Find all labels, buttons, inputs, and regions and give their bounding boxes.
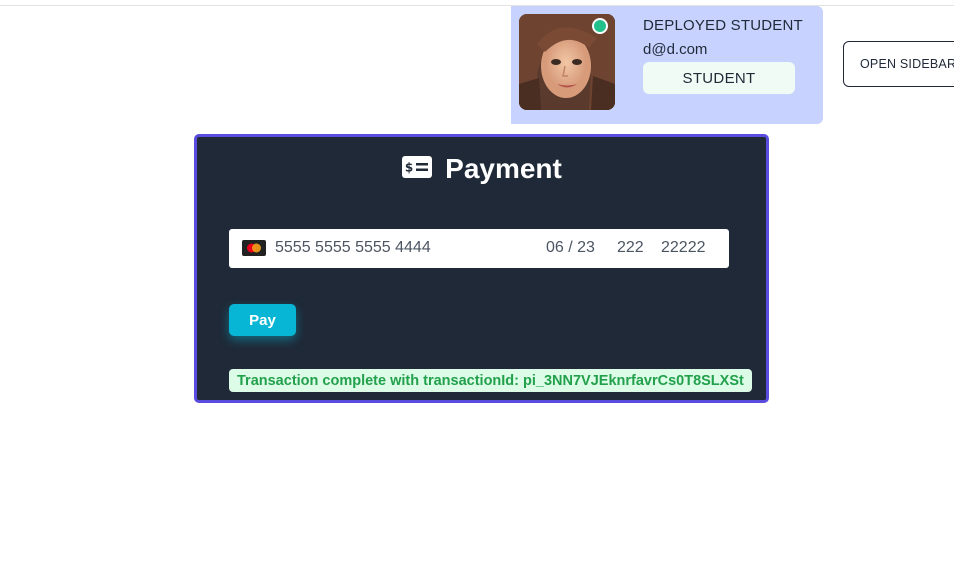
open-sidebar-button[interactable]: OPEN SIDEBAR	[843, 41, 954, 87]
check-cash-icon: $	[401, 155, 433, 184]
mastercard-icon	[242, 240, 266, 261]
pay-button[interactable]: Pay	[229, 304, 296, 336]
role-badge: STUDENT	[643, 62, 795, 94]
payment-heading: $ Payment	[197, 153, 766, 185]
card-element-input[interactable]: 5555 5555 5555 4444 06 / 23 222 22222	[229, 229, 729, 268]
card-cvc-field[interactable]: 222	[617, 239, 644, 257]
online-status-dot	[592, 18, 608, 34]
transaction-success-message: Transaction complete with transactionId:…	[229, 369, 752, 392]
profile-card: DEPLOYED STUDENT d@d.com STUDENT	[511, 6, 823, 124]
card-expiry-field[interactable]: 06 / 23	[546, 239, 595, 257]
payment-title: Payment	[445, 153, 562, 184]
profile-name: DEPLOYED STUDENT	[643, 17, 803, 34]
card-number-field[interactable]: 5555 5555 5555 4444	[275, 239, 431, 257]
card-zip-field[interactable]: 22222	[661, 239, 706, 257]
profile-email: d@d.com	[643, 41, 708, 58]
svg-text:$: $	[405, 160, 413, 174]
payment-card: $ Payment 5555 5555 5555 4444 06 / 23 22…	[194, 134, 769, 403]
